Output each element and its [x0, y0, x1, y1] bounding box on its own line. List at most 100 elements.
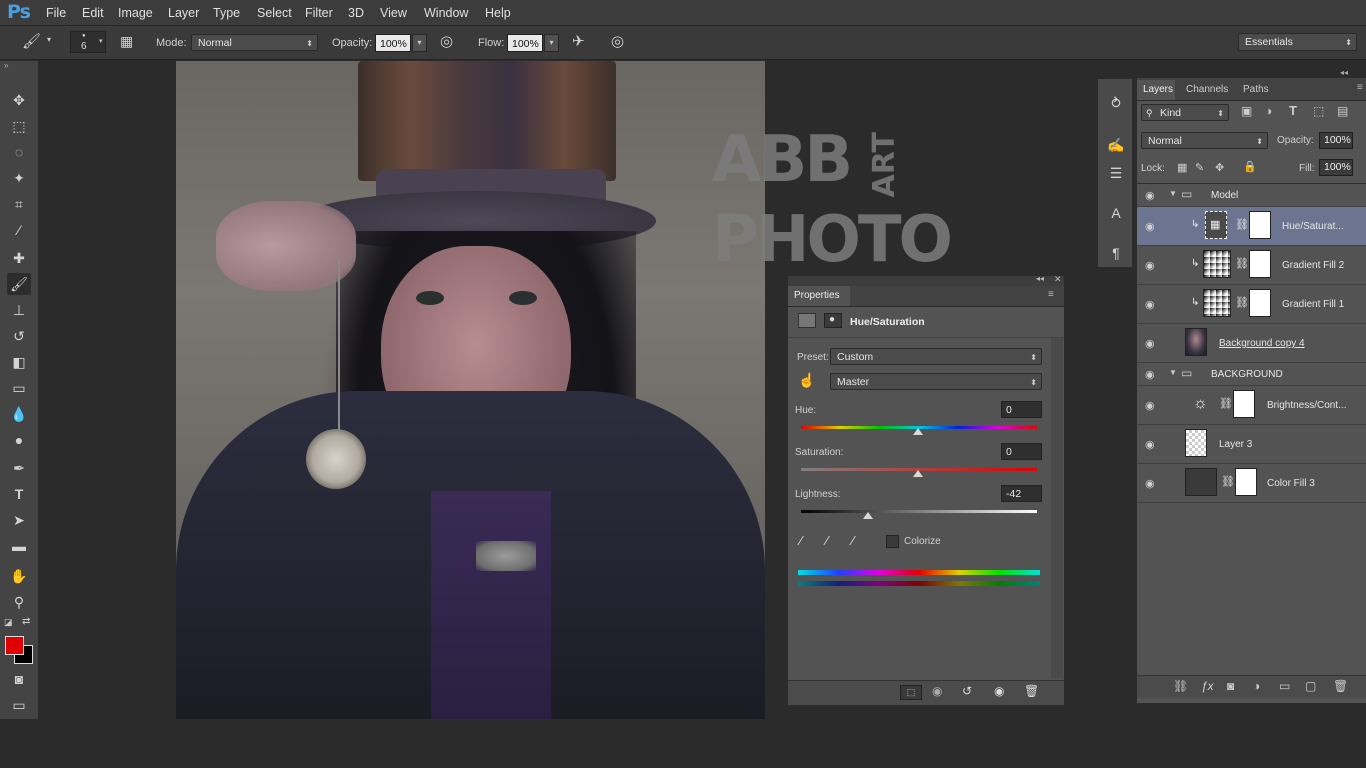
properties-scrollbar[interactable]: [1051, 338, 1063, 678]
new-adjustment-icon[interactable]: ◑: [1253, 679, 1260, 693]
marquee-tool-icon[interactable]: ⬚: [7, 115, 31, 137]
layer-layer-3[interactable]: ◉ Layer 3: [1137, 425, 1366, 464]
blur-tool-icon[interactable]: 💧: [7, 403, 31, 425]
flow-dropdown[interactable]: ▾: [544, 34, 559, 52]
eyedropper-minus-icon[interactable]: ⁄: [852, 533, 854, 548]
gradient-tool-icon[interactable]: ▭: [7, 377, 31, 399]
brush-presets-icon[interactable]: ✍: [1107, 137, 1125, 154]
workspace-select[interactable]: Essentials ⬍: [1238, 33, 1357, 51]
eye-icon[interactable]: ◉: [1145, 399, 1155, 412]
menu-help[interactable]: Help: [485, 6, 511, 20]
new-group-icon[interactable]: ▭: [1279, 679, 1290, 693]
new-layer-icon[interactable]: ▢: [1305, 679, 1316, 693]
link-icon[interactable]: ⛓: [1235, 218, 1249, 231]
eye-icon[interactable]: ◉: [1145, 259, 1155, 272]
flow-input[interactable]: 100%: [507, 34, 543, 52]
rectangle-tool-icon[interactable]: ▬: [7, 535, 31, 557]
quick-mask-icon[interactable]: ◙: [7, 668, 31, 690]
screen-mode-icon[interactable]: ▭: [7, 694, 31, 716]
menu-window[interactable]: Window: [424, 6, 468, 20]
swap-colors-icon[interactable]: ⇄: [22, 616, 30, 627]
lightness-input[interactable]: -42: [1001, 485, 1042, 502]
healing-brush-tool-icon[interactable]: ✚: [7, 247, 31, 269]
lock-all-icon[interactable]: 🔒: [1243, 160, 1257, 173]
channel-select[interactable]: Master ⬍: [830, 373, 1042, 390]
magic-wand-tool-icon[interactable]: ✦: [7, 167, 31, 189]
document-canvas[interactable]: [176, 61, 765, 719]
filter-pixel-icon[interactable]: ▣: [1241, 104, 1252, 118]
history-brush-tool-icon[interactable]: ↺: [7, 325, 31, 347]
menu-edit[interactable]: Edit: [82, 6, 104, 20]
menu-layer[interactable]: Layer: [168, 6, 199, 20]
layer-mask-thumbnail[interactable]: [1249, 250, 1271, 278]
hue-input[interactable]: 0: [1001, 401, 1042, 418]
eyedropper-plus-icon[interactable]: ⁄: [826, 533, 828, 548]
hue-saturation-icon[interactable]: [798, 313, 816, 328]
layer-gradient-fill-1[interactable]: ◉ ↳ ⛓ Gradient Fill 1: [1137, 285, 1366, 324]
tab-paths[interactable]: Paths: [1243, 84, 1269, 95]
layer-mask-thumbnail[interactable]: [1249, 211, 1271, 239]
link-icon[interactable]: ⛓: [1219, 397, 1233, 410]
fx-icon[interactable]: ƒx: [1201, 679, 1214, 693]
airbrush-icon[interactable]: ✈: [572, 32, 585, 50]
eye-icon[interactable]: ◉: [1145, 189, 1155, 202]
brush-panel-icon[interactable]: ▦: [120, 33, 133, 50]
layer-opacity-input[interactable]: 100%: [1319, 132, 1353, 149]
layer-color-fill-3[interactable]: ◉ ⛓ Color Fill 3: [1137, 464, 1366, 503]
chevron-down-icon[interactable]: ▼: [1169, 189, 1177, 198]
link-icon[interactable]: ⛓: [1221, 475, 1235, 488]
eye-icon[interactable]: ◉: [1145, 477, 1155, 490]
menu-view[interactable]: View: [380, 6, 407, 20]
eye-icon[interactable]: ◉: [1145, 220, 1155, 233]
collapse-icon[interactable]: ◂◂: [1340, 68, 1348, 77]
lightness-slider-track[interactable]: [801, 510, 1037, 513]
menu-select[interactable]: Select: [257, 6, 292, 20]
filter-adjustment-icon[interactable]: ◑: [1265, 104, 1272, 118]
close-icon[interactable]: ✕: [1054, 274, 1062, 285]
link-icon[interactable]: ⛓: [1235, 257, 1249, 270]
layer-brightness-contrast[interactable]: ◉ ☼ ⛓ Brightness/Cont...: [1137, 386, 1366, 425]
reset-icon[interactable]: ↺: [962, 684, 972, 698]
add-mask-icon[interactable]: ◙: [1227, 679, 1234, 693]
layer-group-background[interactable]: ◉ ▼ ▭ BACKGROUND: [1137, 363, 1366, 386]
tab-layers[interactable]: Layers: [1137, 80, 1175, 100]
zoom-tool-icon[interactable]: ⚲: [7, 591, 31, 613]
history-panel-icon[interactable]: ⥁: [1107, 95, 1125, 112]
panel-menu-icon[interactable]: ≡: [1048, 289, 1054, 300]
trash-icon[interactable]: 🗑: [1024, 684, 1039, 698]
crop-tool-icon[interactable]: ⌗: [7, 193, 31, 215]
character-panel-icon[interactable]: A: [1107, 205, 1125, 221]
visibility-eye-icon[interactable]: ◉: [994, 684, 1004, 698]
layer-mask-thumbnail[interactable]: [1235, 468, 1257, 496]
default-colors-icon[interactable]: ◪: [4, 617, 13, 628]
view-previous-icon[interactable]: ◉: [932, 684, 942, 698]
lock-position-icon[interactable]: ✥: [1215, 161, 1224, 174]
filter-type-icon[interactable]: T: [1289, 103, 1297, 118]
panel-menu-icon[interactable]: ≡: [1357, 82, 1363, 93]
tab-properties[interactable]: Properties: [788, 286, 850, 306]
type-tool-icon[interactable]: T: [7, 483, 31, 505]
brush-settings-icon[interactable]: ☰: [1107, 165, 1125, 182]
mode-select[interactable]: Normal ⬍: [191, 34, 318, 51]
paragraph-panel-icon[interactable]: ¶: [1107, 245, 1125, 261]
tool-preset-dropdown-icon[interactable]: ▾: [47, 35, 51, 44]
layer-gradient-fill-2[interactable]: ◉ ↳ ⛓ Gradient Fill 2: [1137, 246, 1366, 285]
lock-transparency-icon[interactable]: ▦: [1177, 161, 1187, 174]
opacity-dropdown[interactable]: ▾: [412, 34, 427, 52]
move-tool-icon[interactable]: ✥: [7, 89, 31, 111]
eye-icon[interactable]: ◉: [1145, 337, 1155, 350]
eye-icon[interactable]: ◉: [1145, 438, 1155, 451]
eye-icon[interactable]: ◉: [1145, 368, 1155, 381]
saturation-slider-thumb[interactable]: [913, 470, 923, 477]
eyedropper-icon[interactable]: ⁄: [800, 533, 802, 548]
pen-tool-icon[interactable]: ✒: [7, 457, 31, 479]
pressure-opacity-icon[interactable]: ◎: [440, 32, 453, 50]
menu-image[interactable]: Image: [118, 6, 153, 20]
link-layers-icon[interactable]: ⛓: [1173, 679, 1188, 693]
lock-pixels-icon[interactable]: ✎: [1195, 161, 1204, 174]
blend-mode-select[interactable]: Normal ⬍: [1141, 132, 1268, 149]
layer-filter-select[interactable]: ⚲ Kind ⬍: [1141, 104, 1229, 121]
brush-tool-icon[interactable]: 🖌: [7, 273, 31, 295]
eraser-tool-icon[interactable]: ◧: [7, 351, 31, 373]
eye-icon[interactable]: ◉: [1145, 298, 1155, 311]
